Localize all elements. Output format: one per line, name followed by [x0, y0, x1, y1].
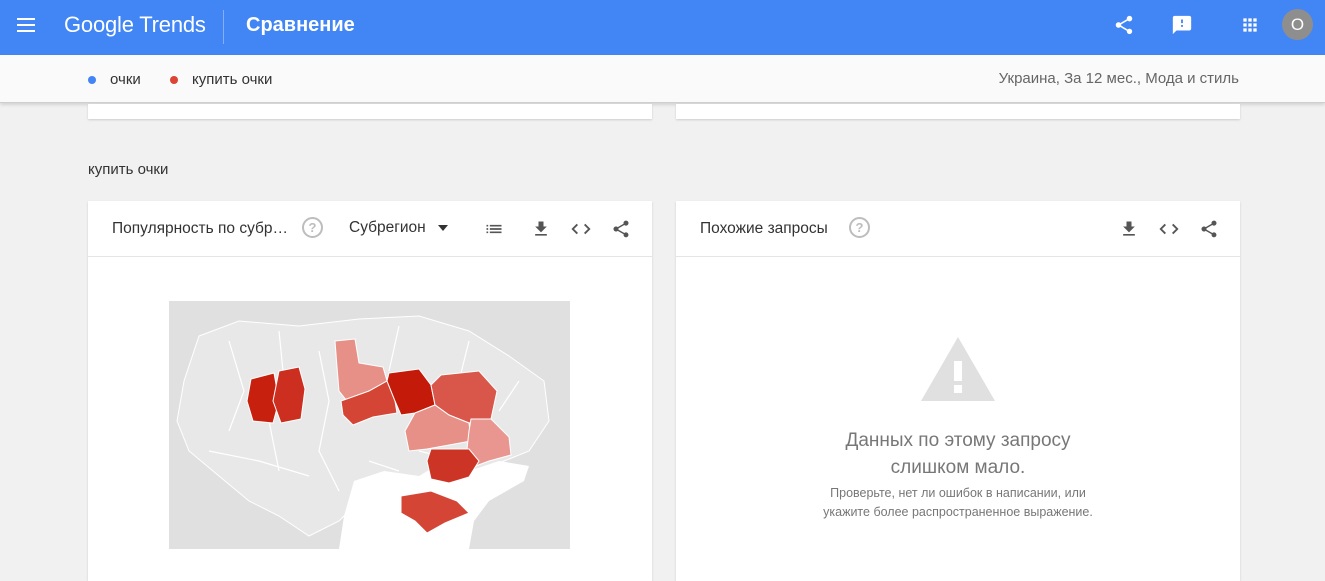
card-title: Похожие запросы	[700, 220, 828, 237]
card-header: Популярность по субр… ? Субрегион	[88, 201, 652, 257]
embed-code-icon[interactable]	[1157, 217, 1181, 241]
filters-summary[interactable]: Украина, За 12 мес., Мода и стиль	[999, 70, 1239, 87]
card-stub-left	[88, 104, 652, 119]
embed-code-icon[interactable]	[569, 217, 593, 241]
subregion-card: Популярность по субр… ? Субрегион	[88, 201, 652, 581]
account-avatar[interactable]: O	[1282, 9, 1313, 40]
list-icon[interactable]	[482, 217, 506, 241]
card-title: Популярность по субр…	[112, 220, 289, 237]
empty-line-2: слишком мало.	[890, 457, 1026, 478]
term-label: очки	[110, 71, 141, 88]
apps-grid-icon[interactable]	[1235, 10, 1265, 40]
related-queries-card: Похожие запросы ? Данных по этому запрос…	[676, 201, 1240, 581]
appbar-divider	[223, 10, 224, 44]
share-icon[interactable]	[1109, 10, 1139, 40]
help-icon[interactable]: ?	[849, 217, 870, 238]
region-choropleth-map[interactable]	[169, 301, 570, 549]
empty-state-hint: Проверьте, нет ли ошибок в написании, ил…	[676, 484, 1240, 522]
warning-icon	[921, 337, 995, 406]
term-chip-2[interactable]: купить очки	[170, 71, 272, 88]
hint-line-1: Проверьте, нет ли ошибок в написании, ил…	[830, 486, 1086, 500]
section-title: купить очки	[88, 161, 169, 178]
ukraine-map-svg	[169, 301, 570, 549]
share-icon[interactable]	[1197, 217, 1221, 241]
hint-line-2: укажите более распространенное выражение…	[823, 505, 1093, 519]
download-icon[interactable]	[1117, 217, 1141, 241]
feedback-icon[interactable]	[1167, 10, 1197, 40]
comparison-subheader: очки купить очки Украина, За 12 мес., Мо…	[0, 55, 1325, 103]
series-dot-red	[170, 75, 178, 84]
series-dot-blue	[88, 75, 96, 84]
select-value: Субрегион	[349, 219, 426, 236]
subregion-select[interactable]: Субрегион	[349, 219, 448, 237]
empty-state-message: Данных по этому запросу слишком мало.	[676, 427, 1240, 481]
app-bar: Google Trends Сравнение O	[0, 0, 1325, 55]
card-stub-right	[676, 104, 1240, 119]
caret-down-icon	[437, 225, 448, 231]
download-icon[interactable]	[529, 217, 553, 241]
menu-icon[interactable]	[14, 13, 38, 37]
google-trends-logo[interactable]: Google Trends	[64, 12, 206, 38]
empty-line-1: Данных по этому запросу	[845, 430, 1071, 451]
term-chip-1[interactable]: очки	[88, 71, 141, 88]
page-title: Сравнение	[246, 14, 355, 36]
term-label: купить очки	[192, 71, 273, 88]
card-header: Похожие запросы ?	[676, 201, 1240, 257]
region-rivne[interactable]	[272, 366, 306, 424]
help-icon[interactable]: ?	[302, 217, 323, 238]
share-icon[interactable]	[609, 217, 633, 241]
